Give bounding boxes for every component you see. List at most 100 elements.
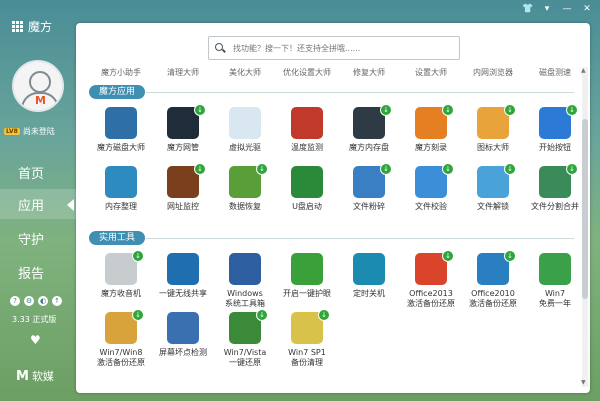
download-badge-icon: ↓ bbox=[380, 104, 392, 116]
app-tile[interactable]: ↓ 魔方收音机 bbox=[90, 250, 152, 313]
section-divider bbox=[146, 238, 574, 239]
partial-tile-label[interactable]: 内网浏览器 bbox=[462, 67, 524, 78]
mini-toolbar: ? ⚙ ◐ ↑ bbox=[10, 296, 62, 306]
brand[interactable]: M 软媒 bbox=[16, 368, 54, 384]
app-tile[interactable]: 开启一键护眼 bbox=[276, 253, 338, 313]
app-tile[interactable]: 屏幕坏点检测 bbox=[152, 312, 214, 372]
app-tile-label: Win7 免费一年 bbox=[539, 289, 571, 308]
app-tile[interactable]: ↓ 图标大师 bbox=[462, 104, 524, 167]
minimize-icon[interactable]: — bbox=[562, 4, 572, 14]
app-tile[interactable]: ↓ 文件粉碎 bbox=[338, 163, 400, 226]
partial-tile-label[interactable]: 优化设置大师 bbox=[276, 67, 338, 78]
app-tile[interactable]: ↓ 文件分割合并 bbox=[524, 163, 586, 226]
help-icon[interactable]: ? bbox=[10, 296, 20, 306]
close-icon[interactable]: ✕ bbox=[582, 4, 592, 14]
download-badge-icon: ↓ bbox=[566, 163, 578, 175]
app-tile-label: 文件解锁 bbox=[477, 202, 509, 211]
scroll-up-icon[interactable]: ▲ bbox=[581, 67, 586, 74]
app-tile-label: 魔方刻录 bbox=[415, 143, 447, 152]
app-tile[interactable]: 虚拟光驱 bbox=[214, 107, 276, 167]
app-tile[interactable]: ↓ 数据恢复 bbox=[214, 163, 276, 226]
nav-report[interactable]: 报告 bbox=[0, 257, 76, 287]
app-tile[interactable]: ↓ Win7 SP1 备份清理 bbox=[276, 309, 338, 372]
app-tile-label: 温度监测 bbox=[291, 143, 323, 152]
virtual-disc-icon bbox=[229, 107, 261, 139]
app-tile-label: 文件校验 bbox=[415, 202, 447, 211]
login-status[interactable]: 尚未登陆 bbox=[23, 126, 55, 137]
app-tile-label: 一键无线共享 bbox=[159, 289, 207, 298]
app-tile-label: 内存整理 bbox=[105, 202, 137, 211]
download-badge-icon: ↓ bbox=[380, 163, 392, 175]
app-title[interactable]: 魔方 bbox=[12, 18, 52, 35]
user-info[interactable]: LV8 尚未登陆 bbox=[4, 126, 55, 137]
memory-clean-icon bbox=[105, 166, 137, 198]
download-badge-icon: ↓ bbox=[504, 163, 516, 175]
partial-tile-label[interactable]: 魔方小助手 bbox=[90, 67, 152, 78]
app-tile[interactable]: ↓ 魔方刻录 bbox=[400, 104, 462, 167]
nav-apps[interactable]: 应用 bbox=[0, 189, 76, 219]
app-tile-label: 魔方网管 bbox=[167, 143, 199, 152]
grid-menu-icon[interactable] bbox=[12, 20, 24, 33]
search-input[interactable] bbox=[231, 42, 455, 54]
win7-year-icon bbox=[539, 253, 571, 285]
app-tile-label: Win7/Win8 激活备份还原 bbox=[97, 348, 145, 367]
app-tile[interactable]: ↓ 魔方网管 bbox=[152, 104, 214, 167]
skin-shirt-icon[interactable]: 👕 bbox=[522, 4, 533, 14]
app-tile-label: 文件粉碎 bbox=[353, 202, 385, 211]
partial-tile-label[interactable]: 美化大师 bbox=[214, 67, 276, 78]
sidebar: 魔方 M LV8 尚未登陆 首页 应用 守护 报告 ? ⚙ ◐ ↑ 3.33 正… bbox=[0, 0, 76, 401]
app-tile[interactable]: ↓ 文件校验 bbox=[400, 163, 462, 226]
skin-icon[interactable]: ◐ bbox=[38, 296, 48, 306]
download-badge-icon: ↓ bbox=[442, 163, 454, 175]
nav-home[interactable]: 首页 bbox=[0, 157, 76, 187]
partial-tile-label[interactable]: 清理大师 bbox=[152, 67, 214, 78]
download-badge-icon: ↓ bbox=[442, 250, 454, 262]
app-tile[interactable]: Windows 系统工具箱 bbox=[214, 253, 276, 313]
app-tile[interactable]: ↓ 网址监控 bbox=[152, 163, 214, 226]
heart-icon[interactable]: ♥ bbox=[30, 333, 41, 347]
avatar[interactable]: M bbox=[12, 60, 64, 112]
app-tile-label: Win7 SP1 备份清理 bbox=[288, 348, 326, 367]
app-tile[interactable]: ↓ Office2010 激活备份还原 bbox=[462, 250, 524, 313]
app-tile-label: 屏幕坏点检测 bbox=[159, 348, 207, 357]
partial-tile-label[interactable]: 修复大师 bbox=[338, 67, 400, 78]
section-title: 魔方应用 bbox=[89, 85, 146, 99]
download-badge-icon: ↓ bbox=[566, 104, 578, 116]
wifi-share-icon bbox=[167, 253, 199, 285]
brand-name: 软媒 bbox=[31, 370, 54, 383]
scrollbar-thumb[interactable] bbox=[582, 119, 588, 299]
settings-icon[interactable]: ⚙ bbox=[24, 296, 34, 306]
app-tile[interactable]: ↓ Office2013 激活备份还原 bbox=[400, 250, 462, 313]
search-box[interactable] bbox=[208, 36, 460, 60]
brand-logo-icon: M bbox=[16, 368, 29, 384]
update-icon[interactable]: ↑ bbox=[52, 296, 62, 306]
app-tile[interactable]: 内存整理 bbox=[90, 166, 152, 226]
app-tile[interactable]: U盘启动 bbox=[276, 166, 338, 226]
app-tile[interactable]: Win7 免费一年 bbox=[524, 253, 586, 313]
app-tile[interactable]: ↓ Win7/Win8 激活备份还原 bbox=[90, 309, 152, 372]
thermometer-icon bbox=[291, 107, 323, 139]
download-badge-icon: ↓ bbox=[504, 104, 516, 116]
app-tile-label: Win7/Vista 一键还原 bbox=[223, 348, 267, 367]
app-tile[interactable]: ↓ 魔方内存盘 bbox=[338, 104, 400, 167]
section-title: 实用工具 bbox=[89, 231, 146, 245]
menu-icon[interactable]: ▾ bbox=[542, 4, 552, 14]
app-tile[interactable]: ↓ Win7/Vista 一键还原 bbox=[214, 309, 276, 372]
download-badge-icon: ↓ bbox=[132, 309, 144, 321]
app-tile-label: 定时关机 bbox=[353, 289, 385, 298]
app-tile[interactable]: 魔方磁盘大师 bbox=[90, 107, 152, 167]
download-badge-icon: ↓ bbox=[504, 250, 516, 262]
usb-boot-icon bbox=[291, 166, 323, 198]
partial-tile-label[interactable]: 磁盘测速 bbox=[524, 67, 586, 78]
app-tile[interactable]: 一键无线共享 bbox=[152, 253, 214, 313]
app-tile[interactable]: ↓ 文件解锁 bbox=[462, 163, 524, 226]
app-tile[interactable]: 温度监测 bbox=[276, 107, 338, 167]
nav-guard[interactable]: 守护 bbox=[0, 223, 76, 253]
scroll-down-icon[interactable]: ▼ bbox=[581, 379, 586, 386]
app-tile-label: U盘启动 bbox=[292, 202, 322, 211]
search-icon[interactable] bbox=[215, 43, 225, 53]
app-tile[interactable]: ↓ 开始按钮 bbox=[524, 104, 586, 167]
app-tile[interactable]: 定时关机 bbox=[338, 253, 400, 313]
partial-tile-label[interactable]: 设置大师 bbox=[400, 67, 462, 78]
app-tile-label: Office2013 激活备份还原 bbox=[407, 289, 455, 308]
